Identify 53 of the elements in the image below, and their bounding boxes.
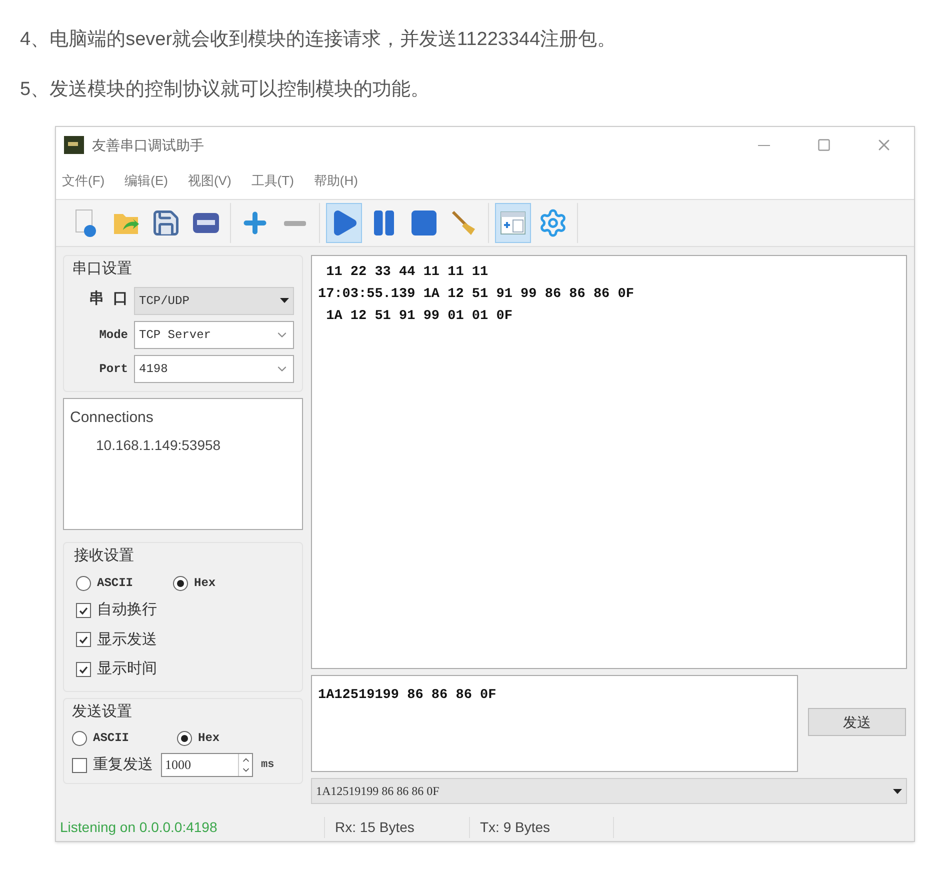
minimize-icon	[758, 144, 770, 146]
checkbox-option[interactable]: 重复发送	[72, 754, 153, 776]
group-title: 接收设置	[74, 546, 135, 566]
log-line: 1A 12 51 91 99 01 01 0F	[325, 308, 514, 326]
save-icon	[151, 208, 181, 238]
send-text-area[interactable]: 1A12519199 86 86 86 0F	[311, 675, 798, 772]
menu-item[interactable]: 帮助(H)	[314, 171, 358, 191]
checkbox-option[interactable]: 显示时间	[76, 658, 290, 680]
dropdown[interactable]: TCP/UDP	[134, 286, 294, 314]
menu-item[interactable]: 视图(V)	[188, 171, 232, 191]
list-title: Connections	[70, 408, 154, 428]
maximize-icon	[817, 138, 831, 152]
menu-item[interactable]: 编辑(E)	[124, 171, 168, 191]
radio-option[interactable]: ASCII	[76, 574, 134, 592]
field-label: Port	[98, 360, 128, 378]
spin-arrows-icon	[238, 754, 252, 776]
field-label: 串 口	[88, 289, 128, 310]
status-text: Rx: 15 Bytes	[324, 816, 469, 838]
status-text: Listening on 0.0.0.0:4198	[59, 818, 218, 837]
toolbar-button[interactable]	[495, 203, 531, 243]
app-icon	[64, 136, 84, 154]
log-line: 11 22 33 44 11 11 11	[325, 264, 490, 282]
paragraph: 4、电脑端的sever就会收到模块的连接请求，并发送11223344注册包。	[20, 28, 618, 52]
checkbox-option[interactable]: 自动换行	[76, 599, 290, 622]
connection-item[interactable]: 10.168.1.149:53958	[70, 435, 296, 456]
toolbar-button[interactable]	[326, 203, 362, 243]
radio-option[interactable]: Hex	[177, 729, 220, 747]
interval-spinbox[interactable]: 1000	[161, 753, 253, 777]
history-dropdown[interactable]: 1A12519199 86 86 86 0F	[311, 778, 907, 804]
checkmark-icon	[78, 664, 89, 675]
radio-option[interactable]: ASCII	[72, 729, 130, 747]
group-title: 发送设置	[72, 702, 133, 722]
paragraph: 5、发送模块的控制协议就可以控制模块的功能。	[20, 78, 431, 102]
dropdown-arrow-icon	[280, 298, 289, 303]
window-title: 友善串口调试助手	[92, 136, 204, 154]
dropdown[interactable]: TCP Server	[134, 320, 294, 348]
checkbox-option[interactable]: 显示发送	[76, 628, 290, 651]
dropdown[interactable]: 4198	[134, 354, 294, 382]
log-line: 17:03:55.139 1A 12 51 91 99 86 86 86 0F	[318, 286, 635, 304]
gear-icon	[538, 208, 568, 238]
menu-item[interactable]: 工具(T)	[251, 171, 294, 191]
send-button[interactable]: 发送	[808, 708, 906, 736]
checkmark-icon	[78, 634, 89, 646]
dropdown-arrow-icon	[893, 788, 902, 794]
field-label: Mode	[98, 326, 128, 344]
radio-option[interactable]: Hex	[173, 574, 216, 592]
unit-label: ms	[261, 758, 274, 773]
checkmark-icon	[78, 604, 89, 616]
status-text: Tx: 9 Bytes	[469, 816, 614, 838]
stop-icon	[409, 208, 439, 238]
minus-icon	[284, 220, 306, 226]
group-title: 串口设置	[72, 259, 133, 279]
menu-item[interactable]: 文件(F)	[62, 171, 105, 191]
